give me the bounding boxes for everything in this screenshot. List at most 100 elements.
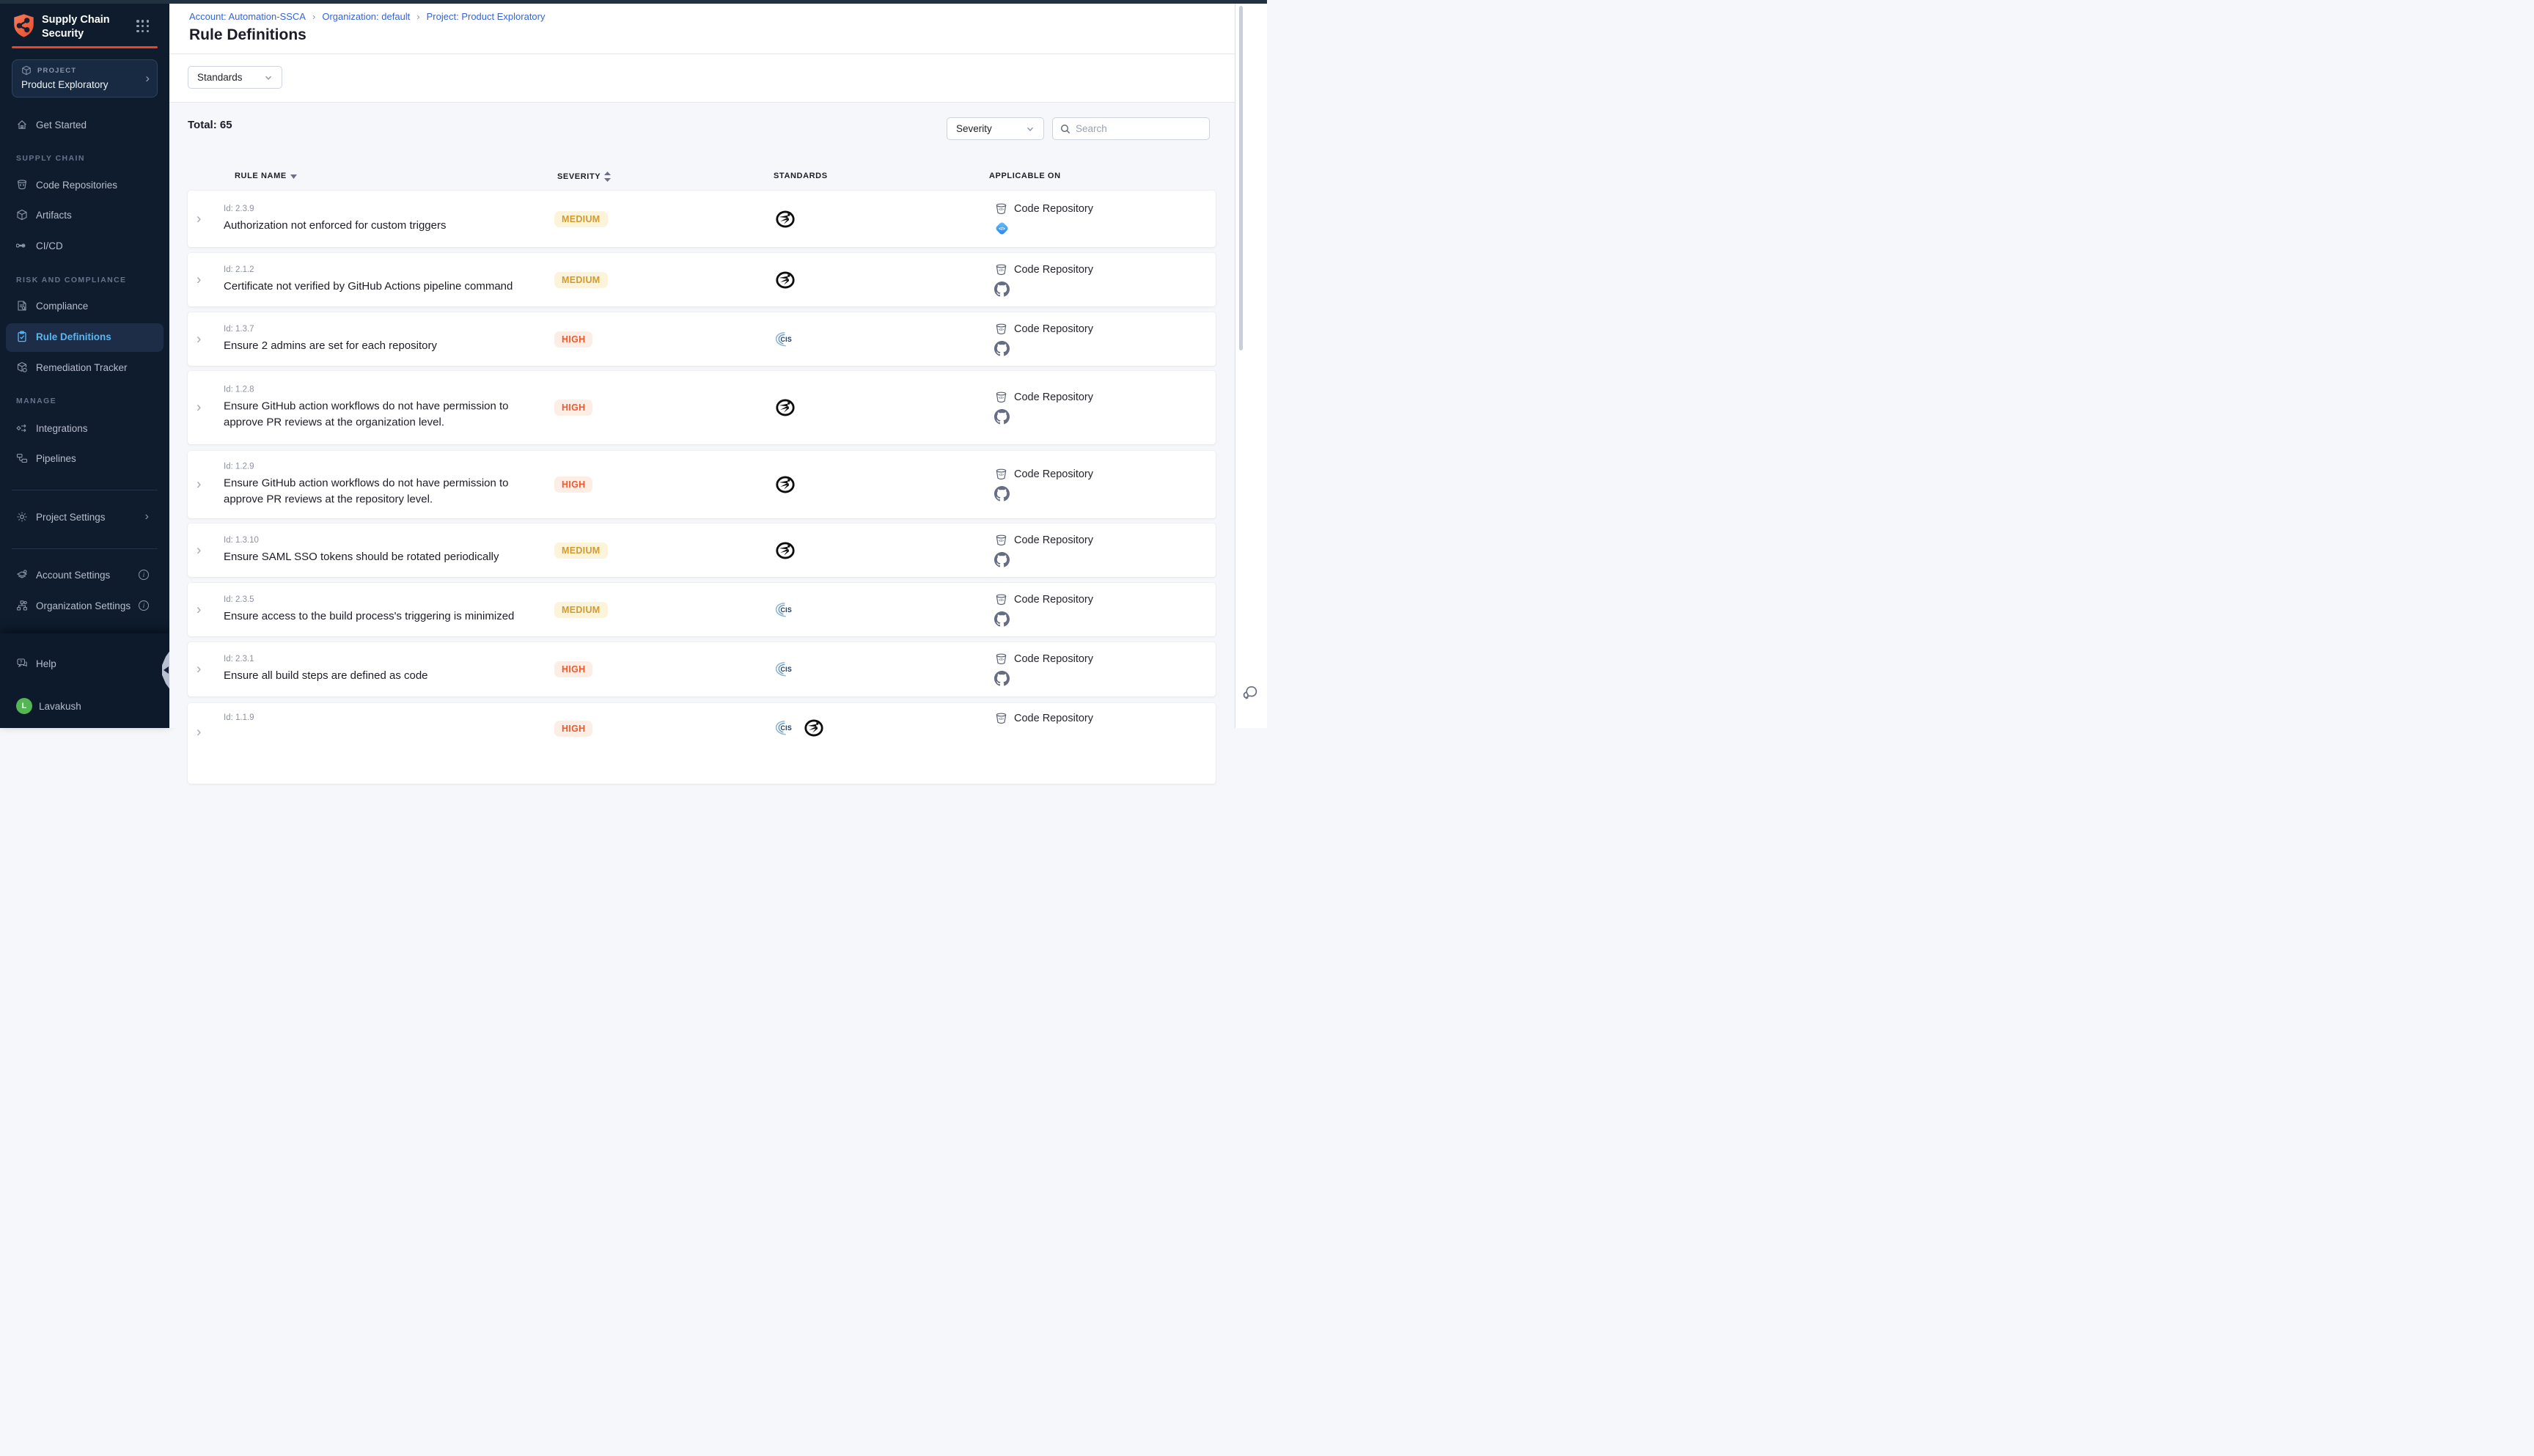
applicable-on-cell: Code Repository [994, 652, 1093, 686]
severity-badge: MEDIUM [554, 211, 608, 227]
sidebar-item-integrations[interactable]: Integrations [0, 417, 169, 439]
sidebar-item-remediation-tracker[interactable]: Remediation Tracker [0, 356, 169, 378]
rule-id: Id: 2.3.1 [224, 655, 550, 663]
content-area: Total: 65 Severity RULE NAME SEVERITY ST… [169, 103, 1235, 728]
sidebar-item-label: Pipelines [36, 453, 76, 464]
page-title: Rule Definitions [189, 26, 306, 44]
rule-id: Id: 2.3.5 [224, 595, 550, 604]
sidebar-item-account-settings[interactable]: Account Settings i [0, 564, 169, 586]
expand-chevron-icon[interactable]: › [197, 212, 201, 226]
expand-chevron-icon[interactable]: › [197, 543, 201, 557]
cis-icon [774, 718, 796, 738]
severity-badge: HIGH [554, 721, 592, 737]
search-field [1052, 117, 1210, 140]
sidebar-section-manage: MANAGE [16, 397, 56, 405]
expand-chevron-icon[interactable]: › [197, 726, 201, 740]
applicable-on-label: Code Repository [1014, 323, 1093, 335]
standards-cell [774, 659, 796, 680]
artifacts-box-icon [16, 209, 28, 221]
cis-icon [774, 600, 796, 620]
owasp-icon [803, 718, 825, 738]
table-row[interactable]: › Id: 1.1.9 HIGH Code Repository [188, 703, 1216, 784]
info-icon[interactable]: i [139, 570, 149, 580]
expand-chevron-icon[interactable]: › [197, 603, 201, 617]
rule-name-cell: Id: 2.3.5 Ensure access to the build pro… [224, 595, 550, 625]
table-row[interactable]: › Id: 2.1.2 Certificate not verified by … [188, 253, 1216, 306]
sidebar-item-rule-definitions[interactable]: Rule Definitions [0, 326, 169, 348]
table-row[interactable]: › Id: 1.3.7 Ensure 2 admins are set for … [188, 312, 1216, 366]
info-icon[interactable]: i [139, 600, 149, 611]
expand-chevron-icon[interactable]: › [197, 478, 201, 492]
sidebar-item-label: Account Settings [36, 570, 110, 581]
search-icon [1060, 124, 1070, 134]
github-icon [994, 341, 1010, 356]
rule-title: Authorization not enforced for custom tr… [224, 218, 550, 234]
sidebar-item-project-settings[interactable]: Project Settings › [0, 506, 169, 528]
home-icon [16, 119, 28, 130]
table-row[interactable]: › Id: 2.3.5 Ensure access to the build p… [188, 583, 1216, 636]
breadcrumb-organization-link[interactable]: Organization: default [322, 11, 410, 22]
expand-chevron-icon[interactable]: › [197, 273, 201, 287]
sidebar-item-artifacts[interactable]: Artifacts [0, 204, 169, 226]
github-icon [994, 282, 1010, 297]
table-row[interactable]: › Id: 1.3.10 Ensure SAML SSO tokens shou… [188, 523, 1216, 577]
breadcrumb-project-link[interactable]: Project: Product Exploratory [427, 11, 546, 22]
standards-filter-dropdown[interactable]: Standards [188, 66, 282, 89]
dropdown-label: Severity [956, 123, 992, 134]
sidebar-item-label: Integrations [36, 423, 88, 434]
sort-both-icon [604, 172, 611, 182]
table-row[interactable]: › Id: 2.3.9 Authorization not enforced f… [188, 191, 1216, 247]
rule-definitions-clipboard-icon [16, 331, 28, 342]
code-repository-icon [994, 593, 1008, 606]
breadcrumb: Account: Automation-SSCA › Organization:… [189, 11, 546, 22]
breadcrumb-account-link[interactable]: Account: Automation-SSCA [189, 11, 306, 22]
organization-icon [16, 600, 28, 611]
rule-name-cell: Id: 1.1.9 [224, 713, 550, 727]
pipelines-icon [16, 452, 28, 464]
user-menu[interactable]: L Lavakush [0, 695, 169, 717]
sidebar-item-label: Help [36, 658, 56, 669]
sidebar-section-risk-and-compliance: RISK AND COMPLIANCE [16, 276, 126, 284]
sidebar-item-code-repositories[interactable]: Code Repositories [0, 174, 169, 196]
sidebar-item-help[interactable]: ? Help [0, 652, 169, 674]
column-header-severity[interactable]: SEVERITY [557, 172, 611, 182]
severity-badge: MEDIUM [554, 543, 608, 559]
severity-filter-dropdown[interactable]: Severity [947, 117, 1044, 140]
sidebar-item-label: Rule Definitions [36, 331, 111, 342]
sidebar-section-supply-chain: SUPPLY CHAIN [16, 154, 85, 163]
rule-id: Id: 1.3.10 [224, 536, 550, 545]
sidebar-item-get-started[interactable]: Get Started [0, 114, 169, 136]
chat-support-icon[interactable] [1241, 684, 1258, 702]
expand-chevron-icon[interactable]: › [197, 663, 201, 677]
table-row[interactable]: › Id: 2.3.1 Ensure all build steps are d… [188, 642, 1216, 696]
sidebar-item-label: Compliance [36, 301, 88, 312]
table-row[interactable]: › Id: 1.2.8 Ensure GitHub action workflo… [188, 371, 1216, 444]
expand-chevron-icon[interactable]: › [197, 401, 201, 415]
sidebar-item-label: Get Started [36, 120, 87, 130]
chevron-down-icon [264, 73, 273, 82]
severity-badge: HIGH [554, 331, 592, 348]
search-input[interactable] [1076, 123, 1193, 134]
sidebar-item-compliance[interactable]: Compliance [0, 295, 169, 317]
table-row[interactable]: › Id: 1.2.9 Ensure GitHub action workflo… [188, 451, 1216, 518]
applicable-on-cell: Code Repository [994, 202, 1093, 236]
rule-name-cell: Id: 1.2.8 Ensure GitHub action workflows… [224, 385, 550, 430]
brand-accent-bar [12, 46, 158, 48]
rule-title: Ensure GitHub action workflows do not ha… [224, 398, 550, 430]
rule-id: Id: 1.2.9 [224, 462, 550, 471]
sidebar-item-organization-settings[interactable]: Organization Settings i [0, 595, 169, 617]
project-selector[interactable]: PROJECT Product Exploratory › [12, 59, 158, 98]
sidebar-item-cicd[interactable]: CI/CD [0, 235, 169, 257]
module-switcher-icon[interactable] [136, 20, 150, 33]
sidebar-item-label: Code Repositories [36, 180, 117, 191]
expand-chevron-icon[interactable]: › [197, 332, 201, 346]
severity-badge: HIGH [554, 477, 592, 493]
applicable-on-label: Code Repository [1014, 203, 1093, 215]
standards-cell [774, 329, 796, 350]
standards-cell [774, 397, 796, 418]
divider [12, 548, 158, 549]
scrollbar-thumb[interactable] [1239, 6, 1243, 350]
sidebar-item-pipelines[interactable]: Pipelines [0, 447, 169, 469]
column-header-rule-name[interactable]: RULE NAME [235, 172, 297, 180]
code-repository-icon [994, 468, 1008, 481]
